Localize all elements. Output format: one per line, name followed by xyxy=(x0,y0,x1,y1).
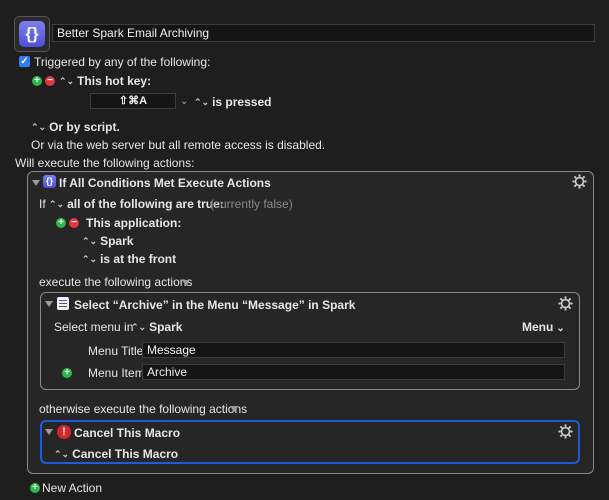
add-menu-item-button[interactable]: + xyxy=(62,368,72,378)
disclosure-triangle-icon[interactable] xyxy=(32,180,40,186)
updown-chevron-icon: ⌃⌄ xyxy=(131,322,147,332)
menu-item-field[interactable]: Archive xyxy=(142,364,565,380)
new-action-plus-icon[interactable]: + xyxy=(30,483,40,493)
hotkey-state-dropdown[interactable]: ⌃⌄ is pressed xyxy=(194,95,271,110)
otherwise-actions-menu-icon[interactable] xyxy=(230,406,238,412)
gear-icon[interactable] xyxy=(558,424,573,439)
web-server-note: Or via the web server but all remote acc… xyxy=(31,138,326,152)
select-menu-in-label: Select menu in xyxy=(54,320,134,334)
updown-chevron-icon: ⌃⌄ xyxy=(59,76,75,86)
add-trigger-button[interactable]: + xyxy=(32,76,42,86)
condition-state-dropdown[interactable]: ⌃⌄ is at the front xyxy=(82,252,176,267)
hotkey-field[interactable]: ⇧⌘A xyxy=(90,93,176,109)
if-action-title: If All Conditions Met Execute Actions xyxy=(59,176,271,190)
curly-braces-icon: {} xyxy=(19,21,45,47)
execute-actions-menu-icon[interactable] xyxy=(182,280,190,286)
menu-title-label: Menu Title xyxy=(88,344,144,358)
disclosure-triangle-icon[interactable] xyxy=(45,301,53,307)
disclosure-triangle-icon[interactable] xyxy=(45,429,53,435)
updown-chevron-icon: ⌃⌄ xyxy=(49,199,65,209)
chevron-down-icon: ⌄ xyxy=(556,323,565,334)
if-action-icon: {} xyxy=(43,175,56,188)
condition-type-label: This application: xyxy=(86,216,182,230)
updown-chevron-icon: ⌃⌄ xyxy=(194,97,210,107)
cancel-action-title: Cancel This Macro xyxy=(74,426,181,440)
gear-icon[interactable] xyxy=(558,296,573,311)
menu-title-field[interactable]: Message xyxy=(142,342,565,358)
remove-trigger-button[interactable]: − xyxy=(45,76,55,86)
by-script-dropdown[interactable]: ⌃⌄ Or by script. xyxy=(31,120,120,135)
execute-actions-label: execute the following actions xyxy=(39,275,193,289)
cancel-option-dropdown[interactable]: ⌃⌄ Cancel This Macro xyxy=(54,447,178,462)
condition-status: (currently false) xyxy=(210,197,293,211)
hotkey-trigger-type[interactable]: ⌃⌄ This hot key: xyxy=(59,74,151,89)
chevron-down-icon[interactable]: ⌄ xyxy=(180,95,188,109)
menu-app-dropdown[interactable]: ⌃⌄ Spark xyxy=(131,320,182,335)
trigger-label: Triggered by any of the following: xyxy=(34,55,211,69)
menu-action-title: Select “Archive” in the Menu “Message” i… xyxy=(74,298,356,312)
updown-chevron-icon: ⌃⌄ xyxy=(82,236,98,246)
if-word: If xyxy=(39,197,46,211)
new-action-button[interactable]: New Action xyxy=(42,481,102,495)
macro-icon[interactable]: {} xyxy=(14,16,50,52)
menu-type-dropdown[interactable]: Menu ⌄ xyxy=(522,320,565,336)
macro-name-field[interactable]: Better Spark Email Archiving xyxy=(52,24,595,42)
updown-chevron-icon: ⌃⌄ xyxy=(54,449,70,459)
remove-condition-button[interactable]: − xyxy=(69,218,79,228)
updown-chevron-icon: ⌃⌄ xyxy=(82,254,98,264)
condition-app-dropdown[interactable]: ⌃⌄ Spark xyxy=(82,234,133,249)
stop-alert-icon: ! xyxy=(57,425,71,439)
add-condition-button[interactable]: + xyxy=(56,218,66,228)
menu-item-label: Menu Item xyxy=(88,366,145,380)
condition-mode-dropdown[interactable]: ⌃⌄ all of the following are true: xyxy=(49,197,224,212)
triggered-checkbox[interactable]: ✓ xyxy=(19,56,30,67)
menu-action-icon xyxy=(57,297,69,310)
gear-icon[interactable] xyxy=(572,174,587,189)
otherwise-actions-label: otherwise execute the following actions xyxy=(39,402,248,416)
updown-chevron-icon: ⌃⌄ xyxy=(31,122,47,132)
will-execute-label: Will execute the following actions: xyxy=(15,156,195,170)
